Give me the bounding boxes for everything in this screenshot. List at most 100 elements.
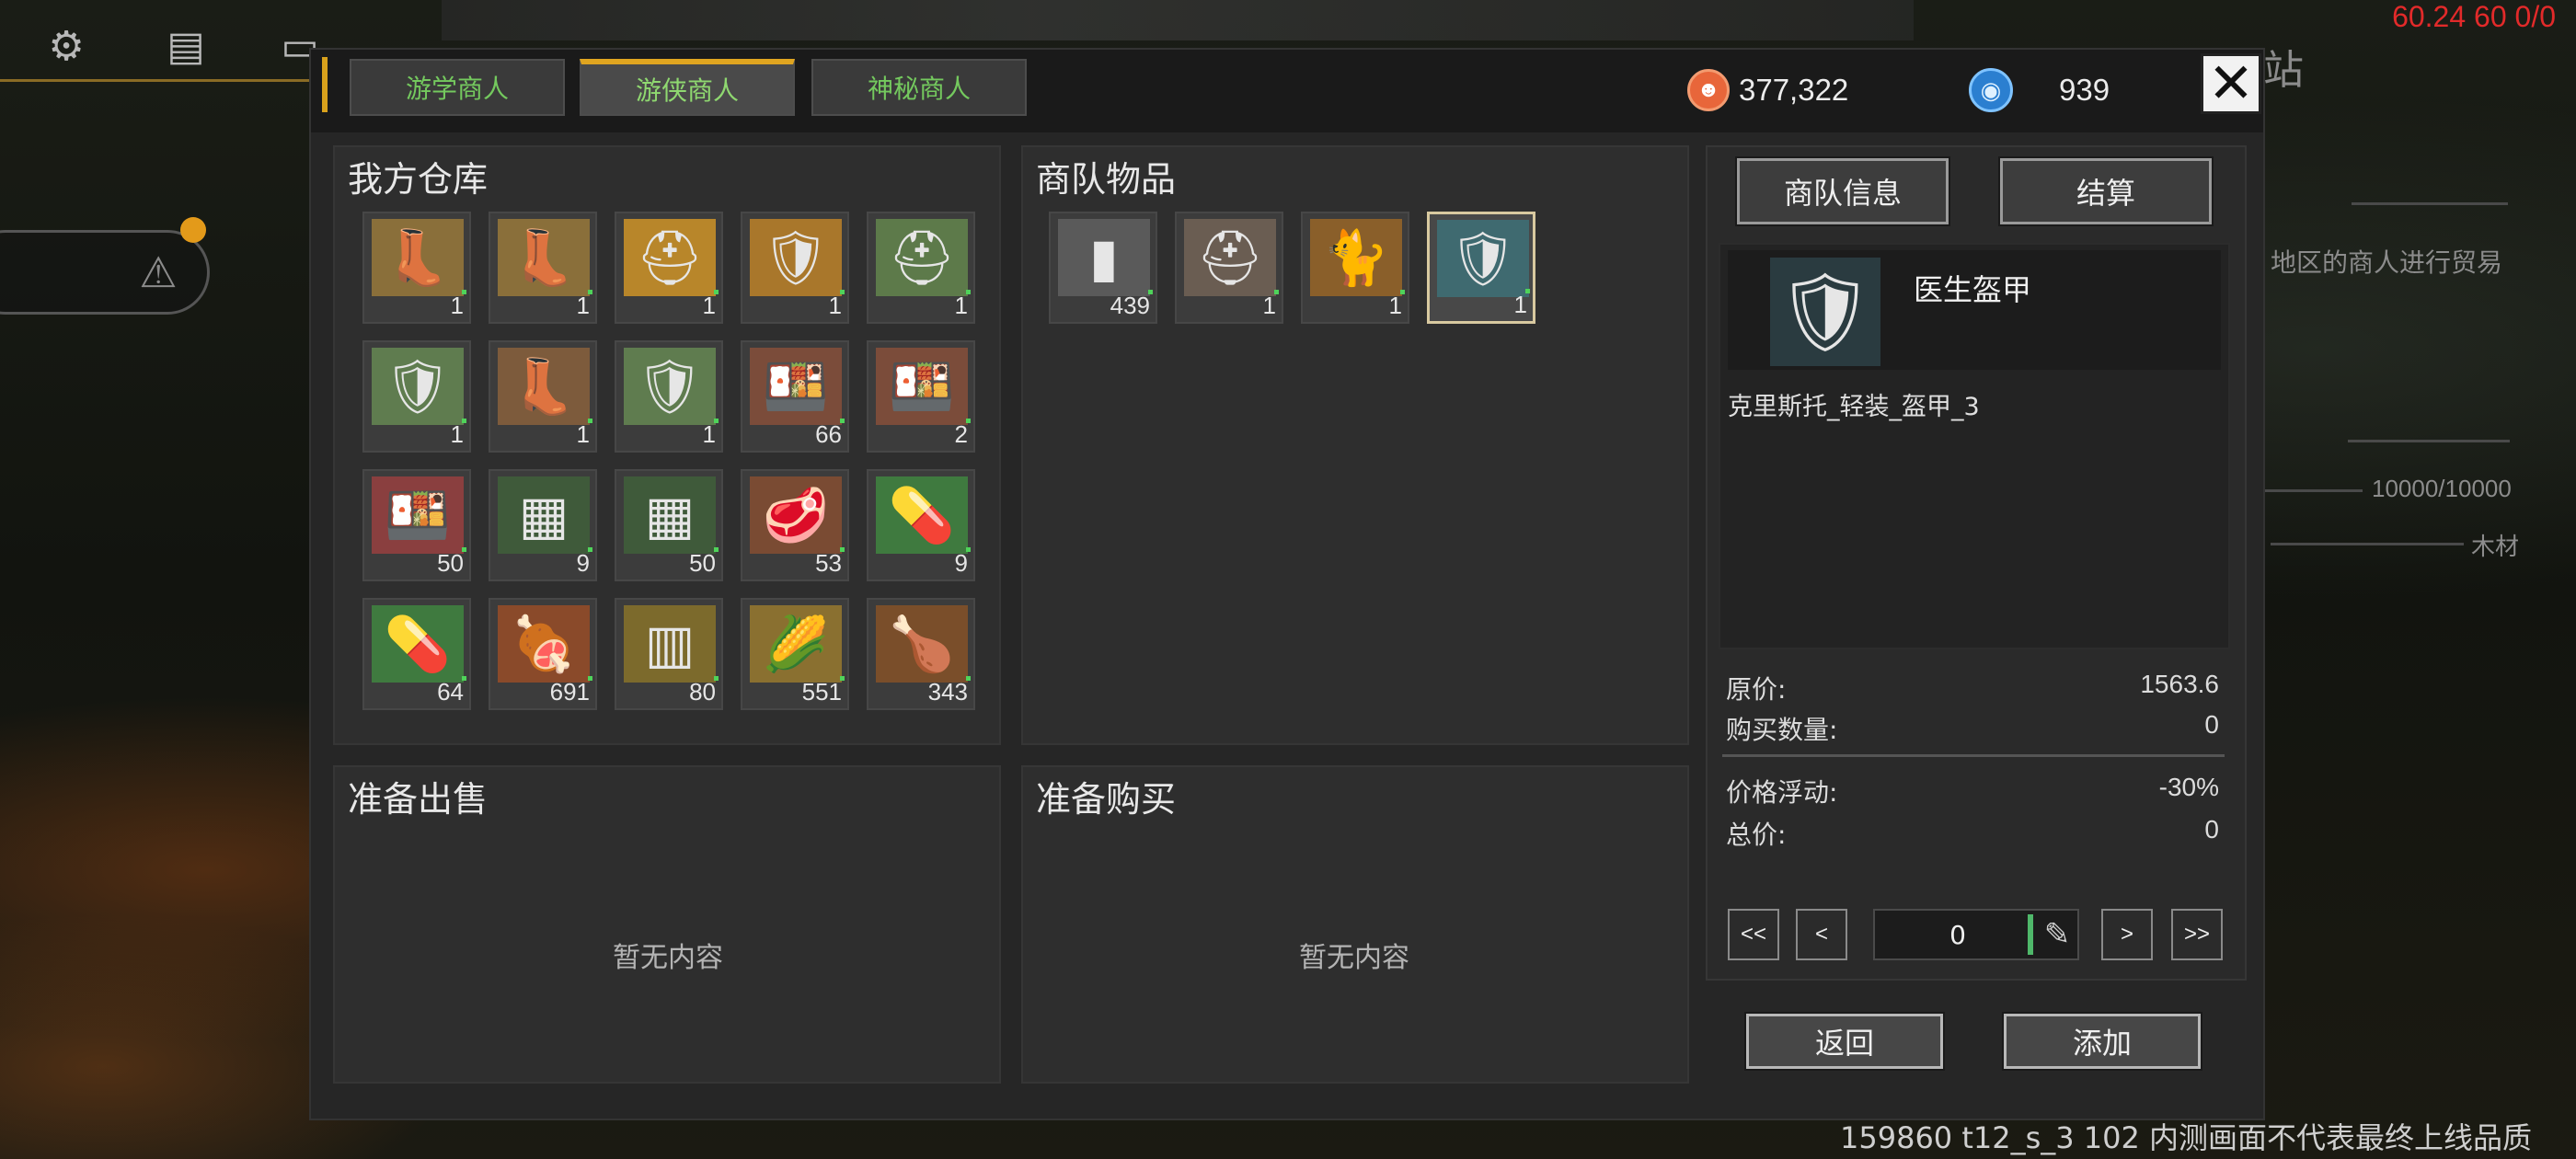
item-count: 1 [828,292,842,319]
item-slot[interactable]: 🍱 66 [741,340,849,453]
green-helmet-icon: ⛑ [876,219,968,296]
tab-scholar-merchant[interactable]: 游学商人 [350,59,565,116]
item-slot[interactable]: 🍱 50 [362,469,471,581]
meat-crate-icon: 🍖 [498,605,590,683]
close-button[interactable]: ✕ [2201,52,2261,116]
cat-icon: 🐈 [1310,219,1402,296]
meal-plate-icon: 🍱 [876,348,968,425]
qty-increment-button[interactable]: > [2101,909,2153,960]
bg-rule [2352,202,2508,205]
item-slot[interactable]: ▥ 80 [615,598,723,710]
meal-tray-icon: 🍱 [372,476,464,554]
tab-mystery-merchant[interactable]: 神秘商人 [811,59,1027,116]
item-slot[interactable]: 💊 64 [362,598,471,710]
item-count: 9 [576,549,590,577]
buy-qty-value: 0 [2204,710,2219,739]
green-armor-icon: 🛡 [624,348,716,425]
item-count: 64 [437,678,464,706]
total-value: 0 [2204,815,2219,843]
buy-qty-row: 购买数量: 0 [1726,710,2219,747]
item-count: 66 [815,420,842,448]
detail-divider [1722,754,2225,757]
item-count: 439 [1110,292,1150,319]
pencil-icon[interactable]: ✎ [2037,914,2077,955]
build-info: 159860 t12_s_3 102 内测画面不代表最终上线品质 [1840,1120,2533,1155]
item-count: 1 [702,292,716,319]
item-slot[interactable]: ▦ 9 [489,469,597,581]
gear-icon[interactable]: ⚙ [39,18,94,74]
item-slot[interactable]: ▦ 50 [615,469,723,581]
fluctuation-row: 价格浮动: -30% [1726,773,2219,809]
item-count: 1 [702,420,716,448]
item-slot[interactable]: 👢 1 [489,212,597,324]
bg-rule [2348,440,2510,442]
header-accent [322,57,328,112]
add-button[interactable]: 添加 [2002,1012,2202,1071]
qty-min-button[interactable]: << [1728,909,1779,960]
bg-capacity-text: 10000/10000 [2372,475,2512,502]
bg-rule [2271,543,2464,545]
item-count: 1 [576,292,590,319]
medicine-capsule-icon: 💊 [372,605,464,683]
qty-decrement-button[interactable]: < [1796,909,1847,960]
warehouse-section: 我方仓库 👢 1 👢 1 ⛑ 1 🛡 1 ⛑ 1 🛡 1 👢 1 🛡 1 🍱 66 🍱 2 🍱 50 ▦ 9 ▦ 50 🥩 53 💊 9 💊… [333,145,1001,745]
fluctuation-label: 价格浮动: [1726,777,1838,808]
armored-boots-icon: 👢 [498,348,590,425]
caravan-info-button[interactable]: 商队信息 [1735,156,1950,226]
item-slot[interactable]: ⛑ 1 [615,212,723,324]
close-icon: ✕ [2207,52,2255,116]
item-slot[interactable]: 🛡 1 [615,340,723,453]
item-count: 53 [815,549,842,577]
item-slot[interactable]: ⛑ 1 [867,212,975,324]
buy-qty-label: 购买数量: [1726,715,1838,745]
item-slot[interactable]: 🐈 1 [1301,212,1409,324]
item-slot[interactable]: ▮ 439 [1049,212,1157,324]
price-value: 1563.6 [2140,670,2219,698]
caravan-section: 商队物品 ▮ 439 ⛑ 1 🐈 1 🛡 1 [1021,145,1689,745]
coin-amount: 377,322 [1739,73,1849,107]
back-button[interactable]: 返回 [1744,1012,1945,1071]
item-count: 1 [576,420,590,448]
top-resource-strip [442,0,1914,40]
green-armor-icon: 🛡 [372,348,464,425]
item-slot[interactable]: 👢 1 [489,340,597,453]
doctor-armor-icon: 🛡 [1437,220,1529,297]
item-slot[interactable]: 🛡 1 [1427,212,1535,324]
fps-readout: 60.24 60 0/0 [2392,0,2556,33]
item-id: 克里斯托_轻装_盔甲_3 [1728,393,1980,421]
item-slot[interactable]: 🌽 551 [741,598,849,710]
item-slot[interactable]: ⛑ 1 [1175,212,1283,324]
item-slot[interactable]: 💊 9 [867,469,975,581]
tab-ranger-merchant[interactable]: 游侠商人 [580,59,795,116]
item-slot[interactable]: 🍗 343 [867,598,975,710]
item-slot[interactable]: 👢 1 [362,212,471,324]
total-label: 总价: [1726,820,1787,850]
quantity-caret [2028,914,2033,955]
total-row: 总价: 0 [1726,815,2219,852]
meal-plate-icon: 🍱 [750,348,842,425]
item-count: 1 [450,292,464,319]
alert-badge [180,217,206,243]
ammo-crate-icon: ▦ [498,476,590,554]
item-slot[interactable]: 🍖 691 [489,598,597,710]
chat-icon[interactable]: ▤ [158,18,213,74]
warning-icon[interactable]: ⚠ [132,247,184,298]
fluctuation-value: -30% [2158,773,2219,801]
settle-button[interactable]: 结算 [1998,156,2214,226]
steel-helmet-icon: ⛑ [1184,219,1276,296]
item-slot[interactable]: 🛡 1 [741,212,849,324]
item-slot[interactable]: 🛡 1 [362,340,471,453]
item-count: 1 [1513,291,1527,318]
steel-ingot-icon: ▮ [1058,219,1150,296]
item-count: 691 [549,678,590,706]
item-slot[interactable]: 🍱 2 [867,340,975,453]
gold-armor-icon: 🛡 [750,219,842,296]
item-detail-card: 🛡 医生盔甲 克里斯托_轻装_盔甲_3 [1719,243,2230,649]
item-count: 551 [801,678,842,706]
item-count: 1 [1388,292,1402,319]
gold-helmet-icon: ⛑ [624,219,716,296]
item-slot[interactable]: 🥩 53 [741,469,849,581]
item-count: 1 [954,292,968,319]
buy-section: 准备购买 暂无内容 [1021,765,1689,1084]
qty-max-button[interactable]: >> [2171,909,2223,960]
